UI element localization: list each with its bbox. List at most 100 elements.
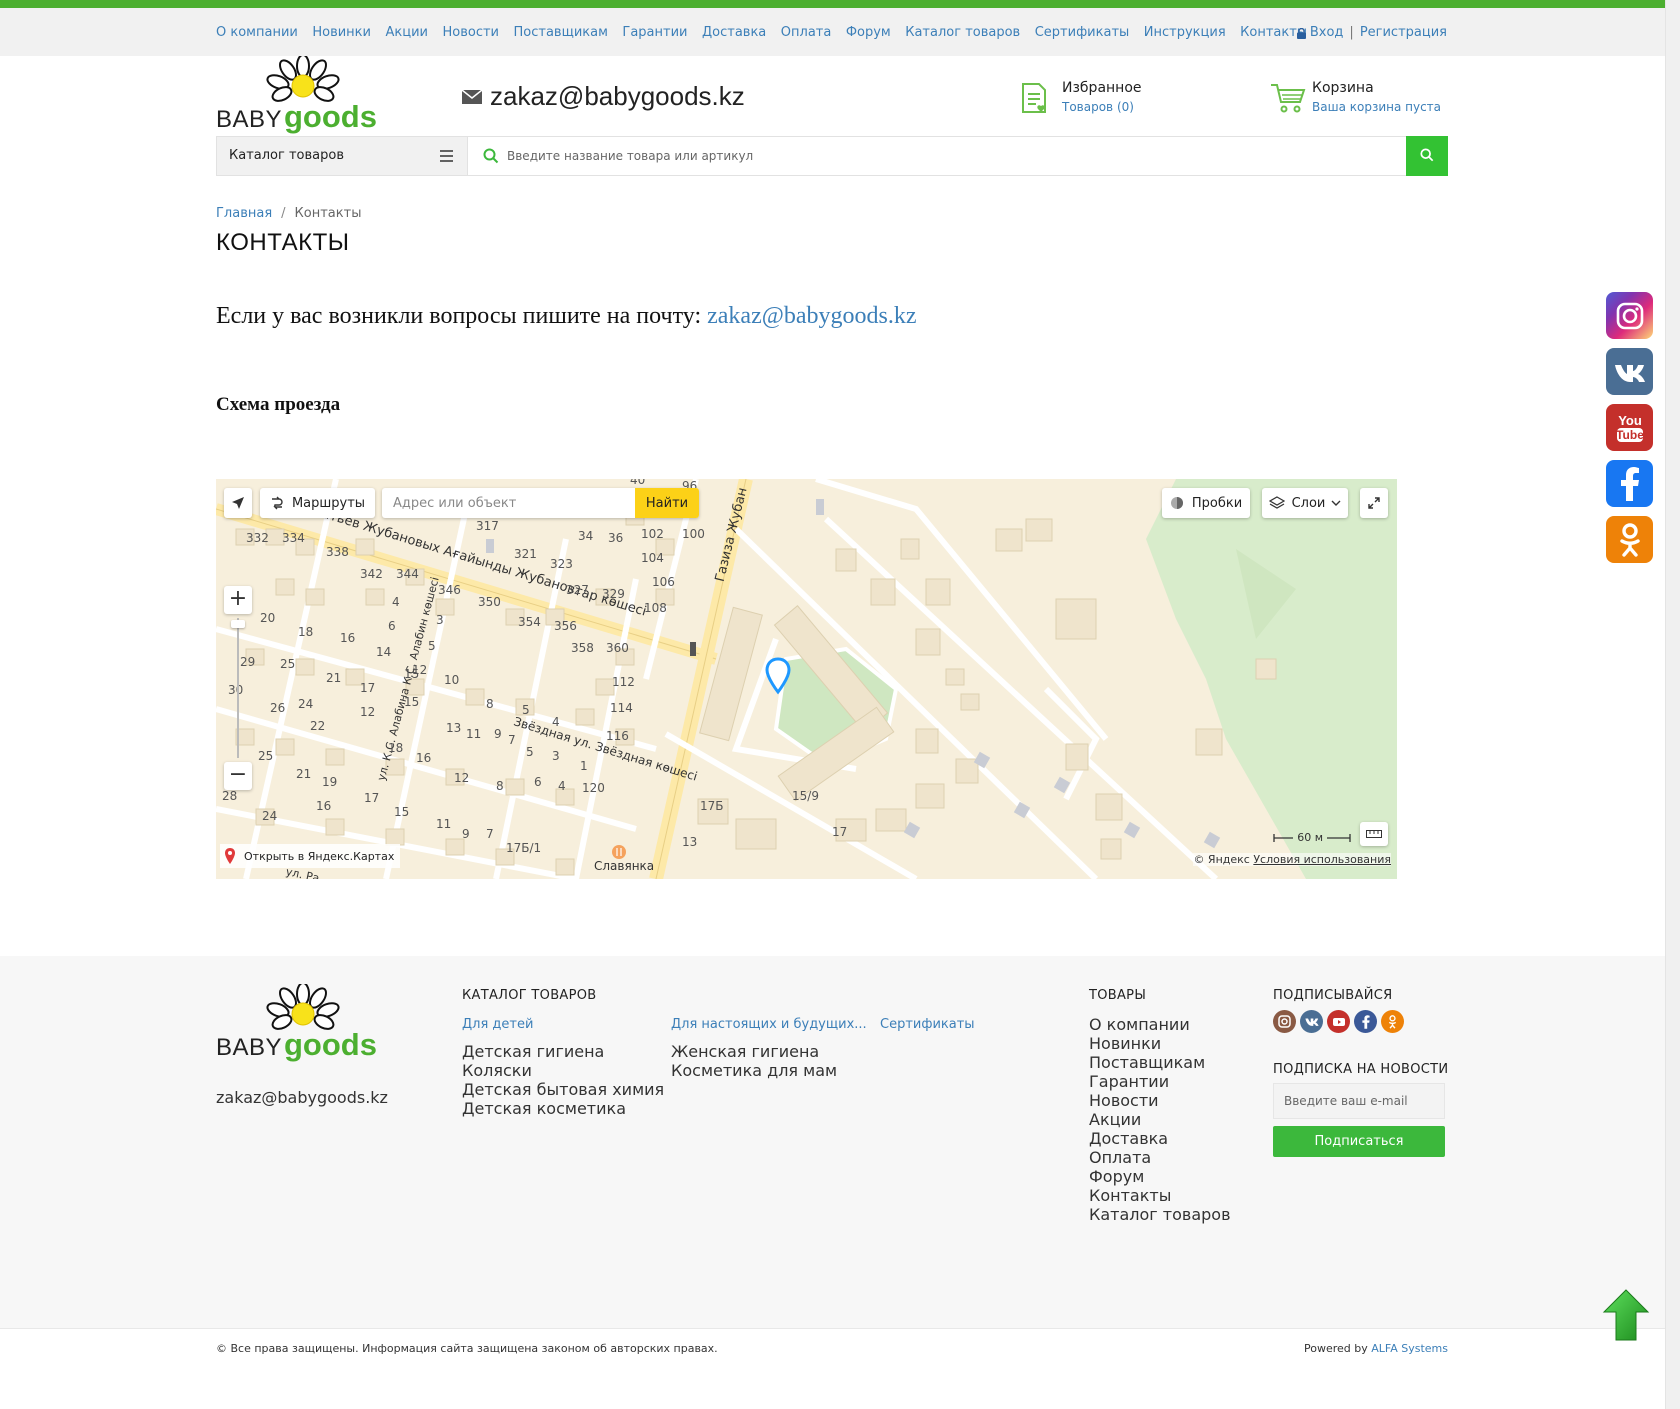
map-find-button[interactable]: Найти	[635, 488, 699, 518]
scroll-to-top-arrow-icon[interactable]	[1602, 1288, 1650, 1342]
footer-list-item[interactable]: Коляски	[462, 1061, 664, 1080]
map-terms-link[interactable]: Условия использования	[1253, 853, 1391, 866]
subscribe-button[interactable]: Подписаться	[1273, 1126, 1445, 1157]
search-input[interactable]	[507, 137, 1387, 175]
routes-button[interactable]: Маршруты	[260, 488, 375, 518]
page-scrollbar[interactable]	[1665, 0, 1680, 1409]
top-nav-item[interactable]: Новинки	[312, 25, 371, 40]
breadcrumb-home[interactable]: Главная	[216, 206, 272, 221]
footer-list-item[interactable]: Новости	[1089, 1091, 1231, 1110]
house-number-label: 116	[606, 729, 629, 743]
search-submit-button[interactable]	[1406, 136, 1448, 176]
house-number-label: 112	[612, 675, 635, 689]
odnoklassniki-button[interactable]	[1606, 516, 1653, 563]
map-address-input[interactable]	[382, 488, 632, 518]
location-marker-icon[interactable]	[764, 657, 792, 695]
house-number-label: 346	[438, 583, 461, 597]
vk-icon	[1614, 364, 1645, 382]
footer-list-item[interactable]: Акции	[1089, 1110, 1231, 1129]
layers-button[interactable]: Слои	[1262, 488, 1348, 518]
footer-list-item[interactable]: Детская косметика	[462, 1099, 664, 1118]
house-number-label: 21	[326, 671, 342, 685]
zoom-slider-knob[interactable]	[231, 620, 245, 628]
geolocation-button[interactable]	[224, 488, 252, 518]
footer-list-item[interactable]: Гарантии	[1089, 1072, 1231, 1091]
footer-list-item[interactable]: Детская бытовая химия	[462, 1080, 664, 1099]
footer-list-item[interactable]: Доставка	[1089, 1129, 1231, 1148]
footer-logo[interactable]: BABY goods	[216, 984, 377, 1064]
footer-facebook-icon[interactable]	[1354, 1010, 1377, 1033]
zoom-slider[interactable]	[231, 618, 245, 758]
top-nav-item[interactable]: Оплата	[781, 25, 832, 40]
top-nav-item[interactable]: Новости	[442, 25, 499, 40]
footer-instagram-icon[interactable]	[1273, 1010, 1296, 1033]
footer-list-item[interactable]: Поставщикам	[1089, 1053, 1231, 1072]
lock-icon	[1296, 27, 1306, 39]
footer-list-item[interactable]: Детская гигиена	[462, 1042, 664, 1061]
favorites-count: Товаров (0)	[1062, 100, 1134, 114]
youtube-button[interactable]: You Tube	[1606, 404, 1653, 451]
house-number-label: 104	[641, 551, 664, 565]
facebook-button[interactable]	[1606, 460, 1653, 507]
house-number-label: 4	[552, 715, 560, 729]
top-nav-item[interactable]: О компании	[216, 25, 298, 40]
top-nav-item[interactable]: Инструкция	[1144, 25, 1226, 40]
yandex-map[interactable]: Братьев Жубановых Ағайынды Жубановтар кө…	[216, 479, 1397, 879]
powered-by-prefix: Powered by	[1303, 1342, 1368, 1355]
footer-kids-title[interactable]: Для детей	[462, 1017, 533, 1032]
footer-goods-list: О компании Новинки Поставщикам Гарантии Ново…	[1089, 1015, 1231, 1224]
house-number-label: 24	[298, 697, 314, 711]
footer-list-item[interactable]: Косметика для мам	[671, 1061, 837, 1080]
favorites-list-icon	[1022, 83, 1046, 113]
house-number-label: 15	[394, 805, 410, 819]
top-nav-item[interactable]: Каталог товаров	[905, 25, 1020, 40]
logo-word-baby: BABY	[216, 106, 283, 133]
zoom-in-button[interactable]: +	[224, 586, 252, 614]
geolocation-arrow-icon	[232, 497, 244, 509]
house-number-label: 321	[514, 547, 537, 561]
footer-list-item[interactable]: Женская гигиена	[671, 1042, 837, 1061]
newsletter-email-input[interactable]	[1273, 1083, 1445, 1119]
favorites-block[interactable]: Избранное Товаров (0)	[1020, 80, 1142, 114]
header-logo[interactable]: BABY goods	[216, 56, 377, 136]
footer-vk-icon[interactable]	[1300, 1010, 1323, 1033]
powered-by-brand-link[interactable]: ALFA Systems	[1371, 1342, 1448, 1355]
routes-icon	[271, 496, 283, 510]
house-number-label: 102	[641, 527, 664, 541]
catalog-menu-button[interactable]: Каталог товаров	[217, 137, 468, 175]
instagram-icon	[1616, 302, 1643, 329]
top-nav-item[interactable]: Гарантии	[622, 25, 687, 40]
open-in-yandex-link[interactable]: Открыть в Яндекс.Картах	[220, 844, 401, 868]
footer-odnoklassniki-icon[interactable]	[1381, 1010, 1404, 1033]
instagram-button[interactable]	[1606, 292, 1653, 339]
footer-list-item[interactable]: О компании	[1089, 1015, 1231, 1034]
yandex-pin-icon	[225, 848, 235, 864]
house-number-label: 332	[246, 531, 269, 545]
youtube-icon: YouTube	[1616, 413, 1644, 442]
footer-youtube-icon[interactable]	[1327, 1010, 1350, 1033]
house-number-label: 5	[522, 703, 530, 717]
contact-email-link[interactable]: zakaz@babygoods.kz	[707, 303, 916, 329]
top-nav-item[interactable]: Сертификаты	[1035, 25, 1130, 40]
footer-list-item[interactable]: Форум	[1089, 1167, 1231, 1186]
house-number-label: 11	[466, 727, 482, 741]
top-nav-item[interactable]: Доставка	[702, 25, 766, 40]
top-nav-item[interactable]: Поставщикам	[514, 25, 608, 40]
traffic-button[interactable]: Пробки	[1162, 488, 1250, 518]
house-number-label: 16	[416, 751, 432, 765]
ruler-button[interactable]	[1360, 822, 1388, 846]
register-link[interactable]: Регистрация	[1360, 25, 1447, 40]
footer-list-item[interactable]: Контакты	[1089, 1186, 1231, 1205]
zoom-out-button[interactable]: −	[224, 762, 252, 790]
top-nav-item[interactable]: Форум	[846, 25, 891, 40]
cart-block[interactable]: Корзина Ваша корзина пуста	[1270, 80, 1441, 114]
login-link[interactable]: Вход	[1310, 25, 1344, 40]
top-nav-item[interactable]: Акции	[385, 25, 428, 40]
footer-list-item[interactable]: Оплата	[1089, 1148, 1231, 1167]
fullscreen-button[interactable]	[1360, 488, 1388, 518]
footer-certs-link[interactable]: Сертификаты	[880, 1017, 975, 1032]
vk-button[interactable]	[1606, 348, 1653, 395]
footer-list-item[interactable]: Новинки	[1089, 1034, 1231, 1053]
footer-list-item[interactable]: Каталог товаров	[1089, 1205, 1231, 1224]
footer-moms-title[interactable]: Для настоящих и будущих...	[671, 1017, 867, 1032]
